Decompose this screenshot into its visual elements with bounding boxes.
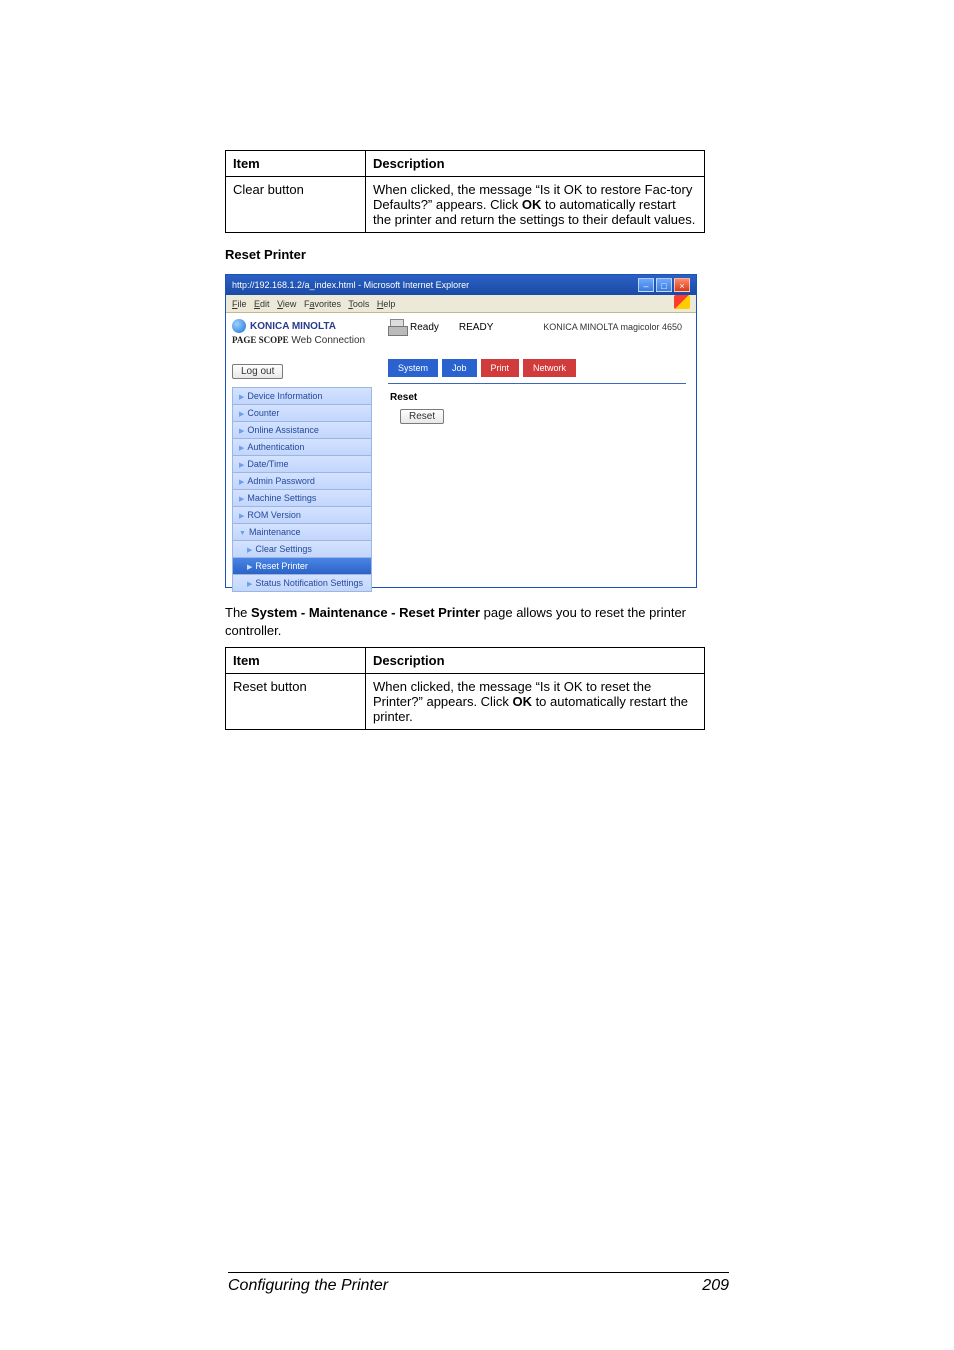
window-title: http://192.168.1.2/a_index.html - Micros… <box>232 275 469 295</box>
sidebar-item-maintenance[interactable]: ▼Maintenance <box>233 523 371 540</box>
product-name: KONICA MINOLTA magicolor 4650 <box>513 322 686 332</box>
sidebar-item-machine-settings[interactable]: ▶Machine Settings <box>233 489 371 506</box>
web-connection-label: PAGE SCOPE Web Connection <box>232 335 372 346</box>
sidebar-item-device-information[interactable]: ▶Device Information <box>233 388 371 404</box>
brand-name: KONICA MINOLTA <box>250 321 336 332</box>
maximize-icon[interactable]: □ <box>656 278 672 292</box>
ie-logo-icon <box>674 295 690 309</box>
sidebar-item-online-assistance[interactable]: ▶Online Assistance <box>233 421 371 438</box>
menu-bar[interactable]: FFileile Edit View Favorites Tools Help <box>232 295 395 312</box>
sidebar-item-clear-settings[interactable]: ▶Clear Settings <box>233 540 371 557</box>
table-header-description: Description <box>366 151 705 177</box>
sidebar-item-authentication[interactable]: ▶Authentication <box>233 438 371 455</box>
sidebar-item-rom-version[interactable]: ▶ROM Version <box>233 506 371 523</box>
body-paragraph: The System - Maintenance - Reset Printer… <box>225 604 705 639</box>
table-cell: Clear button <box>226 177 366 233</box>
status-ready-big: READY <box>459 322 493 333</box>
panel-title: Reset <box>390 392 686 403</box>
table-cell: When clicked, the message “Is it OK to r… <box>366 177 705 233</box>
table-cell: Reset button <box>226 674 366 730</box>
reset-button[interactable]: Reset <box>400 409 444 424</box>
printer-icon <box>388 319 406 335</box>
section-heading-reset-printer: Reset Printer <box>225 247 705 262</box>
minimize-icon[interactable]: – <box>638 278 654 292</box>
sidebar-item-reset-printer[interactable]: ▶Reset Printer <box>233 557 371 574</box>
tab-job[interactable]: Job <box>442 359 477 377</box>
table-header-description: Description <box>366 648 705 674</box>
tab-system[interactable]: System <box>388 359 438 377</box>
close-icon[interactable]: × <box>674 278 690 292</box>
sidebar-item-admin-password[interactable]: ▶Admin Password <box>233 472 371 489</box>
sidebar-item-counter[interactable]: ▶Counter <box>233 404 371 421</box>
table-header-item: Item <box>226 151 366 177</box>
table-reset-button: Item Description Reset button When click… <box>225 647 705 730</box>
brand-logo-icon <box>232 319 246 333</box>
embedded-screenshot: http://192.168.1.2/a_index.html - Micros… <box>225 274 697 588</box>
table-clear-button: Item Description Clear button When click… <box>225 150 705 233</box>
table-cell: When clicked, the message “Is it OK to r… <box>366 674 705 730</box>
sidebar: ▶Device Information ▶Counter ▶Online Ass… <box>232 387 372 592</box>
table-header-item: Item <box>226 648 366 674</box>
tab-network[interactable]: Network <box>523 359 576 377</box>
footer-title: Configuring the Printer <box>228 1277 388 1295</box>
status-ready-small: Ready <box>410 322 439 333</box>
logout-button[interactable]: Log out <box>232 364 283 379</box>
tab-print[interactable]: Print <box>481 359 520 377</box>
sidebar-item-date-time[interactable]: ▶Date/Time <box>233 455 371 472</box>
page-number: 209 <box>702 1277 729 1295</box>
sidebar-item-status-notification[interactable]: ▶Status Notification Settings <box>233 574 371 591</box>
